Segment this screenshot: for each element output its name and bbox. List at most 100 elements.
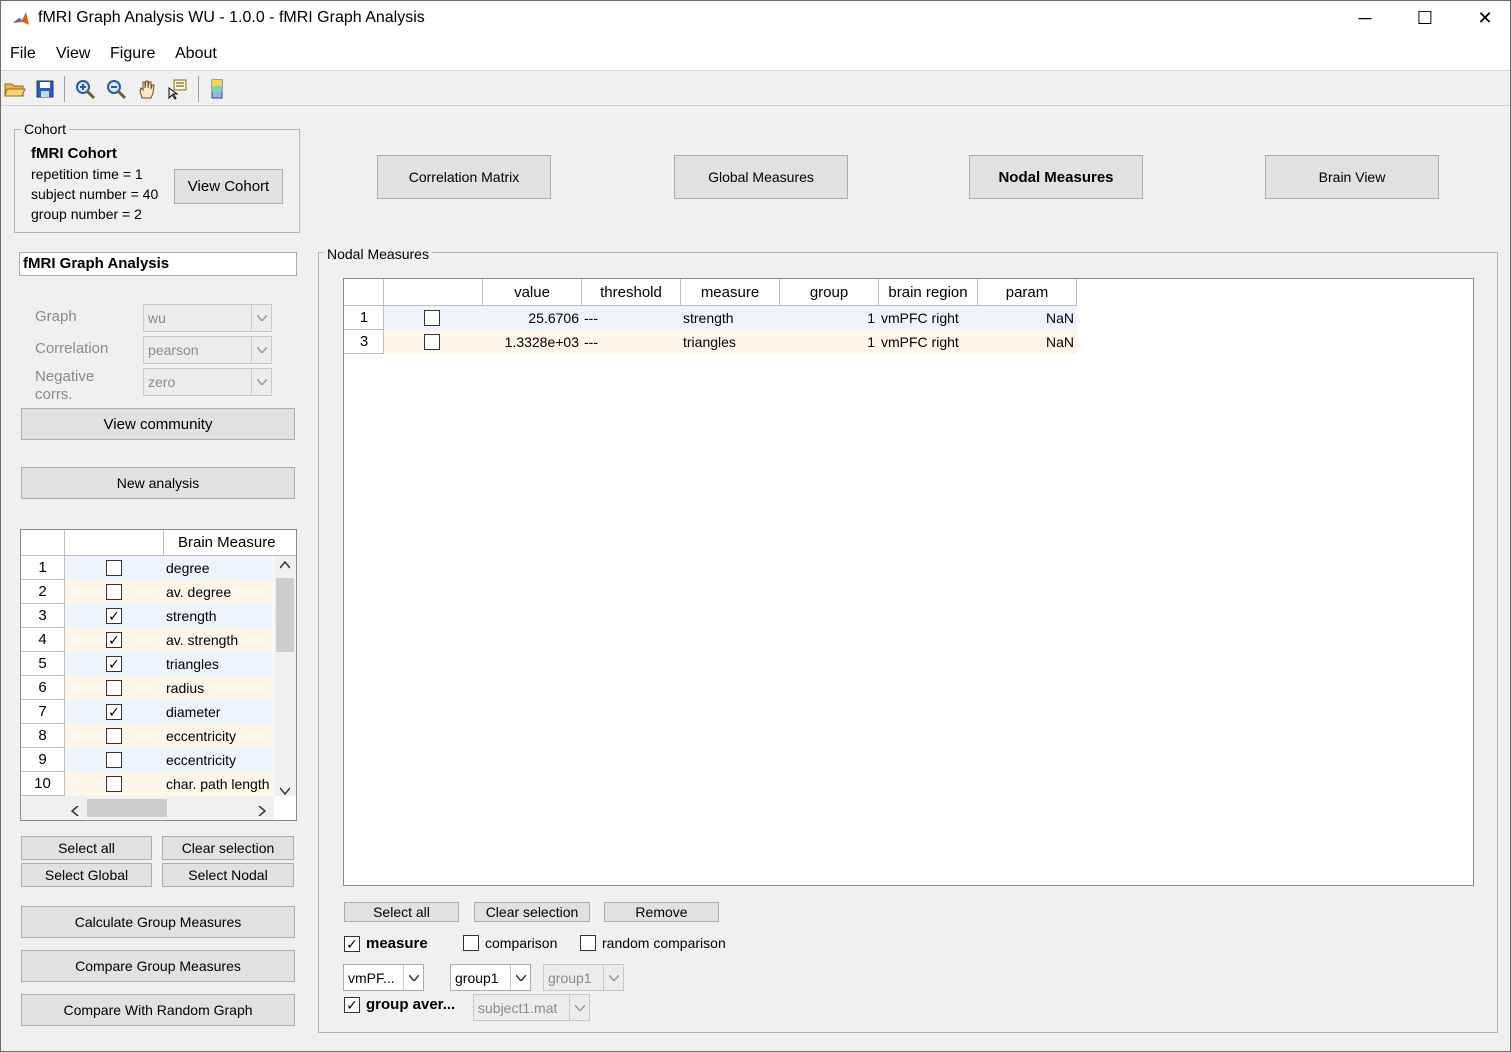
row-select[interactable] (65, 772, 163, 796)
select-all-button[interactable]: Select all (21, 836, 152, 860)
row-checkbox[interactable] (106, 728, 122, 744)
table-row[interactable]: 3 ✓ strength (21, 604, 273, 628)
horizontal-scroll-thumb[interactable] (87, 799, 167, 817)
table-row[interactable]: 4 ✓ av. strength (21, 628, 273, 652)
graph-dropdown[interactable]: wu (143, 304, 272, 332)
select-nodal-button[interactable]: Select Nodal (162, 863, 294, 887)
row-select[interactable] (65, 556, 163, 580)
table-row[interactable]: 5 ✓ triangles (21, 652, 273, 676)
column-header-param[interactable]: param (978, 279, 1077, 306)
column-header-group[interactable]: group (780, 279, 879, 306)
compare-group-measures-button[interactable]: Compare Group Measures (21, 950, 295, 982)
group-average-checkbox[interactable]: ✓ (344, 996, 360, 1013)
brain-measure-column-header[interactable]: Brain Measure (164, 530, 296, 556)
column-header-brain-region[interactable]: brain region (879, 279, 978, 306)
nodal-measures-table[interactable]: value threshold measure group brain regi… (343, 278, 1474, 886)
row-checkbox[interactable]: ✓ (106, 704, 122, 720)
group-dropdown[interactable]: group1 (450, 964, 531, 991)
table-row[interactable]: 8 eccentricity (21, 724, 273, 748)
open-folder-icon[interactable] (2, 76, 28, 102)
nodal-clear-selection-button[interactable]: Clear selection (474, 902, 590, 922)
brain-measures-table[interactable]: Brain Measure 1 degree 2 av. degree 3 ✓ streng… (20, 529, 297, 821)
menu-about[interactable]: About (175, 45, 217, 63)
correlation-matrix-button[interactable]: Correlation Matrix (377, 155, 551, 199)
view-community-button[interactable]: View community (21, 408, 295, 440)
comparison-option[interactable]: comparison (463, 935, 557, 951)
row-checkbox[interactable] (106, 776, 122, 792)
clear-selection-button[interactable]: Clear selection (162, 836, 294, 860)
colorbar-icon[interactable] (204, 76, 230, 102)
row-checkbox[interactable] (424, 334, 440, 350)
zoom-out-icon[interactable] (103, 76, 129, 102)
row-checkbox[interactable]: ✓ (106, 632, 122, 648)
row-select[interactable] (65, 724, 163, 748)
row-select[interactable] (65, 580, 163, 604)
group-average-option[interactable]: ✓ group aver... (344, 996, 455, 1013)
close-button[interactable]: ✕ (1462, 2, 1508, 34)
calculate-group-measures-button[interactable]: Calculate Group Measures (21, 906, 295, 938)
nodal-measures-button[interactable]: Nodal Measures (969, 155, 1143, 199)
row-checkbox[interactable]: ✓ (106, 608, 122, 624)
scroll-left-icon[interactable] (70, 803, 79, 819)
select-global-button[interactable]: Select Global (21, 863, 152, 887)
row-select[interactable] (65, 676, 163, 700)
row-select[interactable] (65, 748, 163, 772)
table-row[interactable]: 9 eccentricity (21, 748, 273, 772)
negative-corrs-dropdown-value: zero (148, 374, 176, 390)
menu-file[interactable]: File (10, 45, 36, 63)
new-analysis-button[interactable]: New analysis (21, 467, 295, 499)
vertical-scrollbar[interactable] (274, 556, 296, 796)
column-header-value[interactable]: value (483, 279, 582, 306)
global-measures-button[interactable]: Global Measures (674, 155, 848, 199)
graph-label: Graph (35, 308, 77, 325)
row-checkbox[interactable] (106, 560, 122, 576)
comparison-group-dropdown[interactable]: group1 (543, 964, 624, 991)
save-icon[interactable] (32, 76, 58, 102)
negative-corrs-dropdown[interactable]: zero (143, 368, 272, 396)
table-row[interactable]: 2 av. degree (21, 580, 273, 604)
scroll-up-icon[interactable] (279, 560, 291, 572)
compare-random-graph-button[interactable]: Compare With Random Graph (21, 994, 295, 1026)
zoom-in-icon[interactable] (72, 76, 98, 102)
row-checkbox[interactable] (106, 752, 122, 768)
row-checkbox[interactable] (106, 584, 122, 600)
row-select[interactable]: ✓ (65, 604, 163, 628)
scroll-down-icon[interactable] (279, 782, 291, 798)
subject-dropdown[interactable]: subject1.mat (473, 994, 590, 1021)
minimize-button[interactable]: ─ (1342, 2, 1388, 34)
nodal-select-all-button[interactable]: Select all (344, 902, 459, 922)
row-select[interactable] (424, 310, 440, 326)
maximize-button[interactable]: ☐ (1402, 2, 1448, 34)
random-comparison-option[interactable]: random comparison (580, 935, 726, 951)
table-row[interactable]: 6 radius (21, 676, 273, 700)
menu-figure[interactable]: Figure (110, 45, 155, 63)
nodal-remove-button[interactable]: Remove (604, 902, 719, 922)
scroll-right-icon[interactable] (258, 803, 267, 819)
brain-region-dropdown[interactable]: vmPF... (343, 964, 424, 991)
row-checkbox[interactable] (106, 680, 122, 696)
row-select[interactable]: ✓ (65, 628, 163, 652)
menu-view[interactable]: View (56, 45, 90, 63)
comparison-checkbox[interactable] (463, 935, 479, 951)
vertical-scroll-thumb[interactable] (276, 578, 294, 652)
measure-checkbox[interactable]: ✓ (344, 935, 360, 952)
column-header-measure[interactable]: measure (681, 279, 780, 306)
row-select[interactable]: ✓ (65, 652, 163, 676)
column-header-threshold[interactable]: threshold (582, 279, 681, 306)
random-comparison-checkbox[interactable] (580, 935, 596, 951)
row-checkbox[interactable] (424, 310, 440, 326)
table-row[interactable]: 1 degree (21, 556, 273, 580)
table-row[interactable]: 10 char. path length (21, 772, 273, 796)
table-row[interactable]: 7 ✓ diameter (21, 700, 273, 724)
measure-option[interactable]: ✓ measure (344, 935, 428, 952)
view-cohort-button[interactable]: View Cohort (174, 169, 283, 204)
correlation-dropdown[interactable]: pearson (143, 336, 272, 364)
horizontal-scrollbar[interactable] (21, 796, 274, 820)
row-checkbox[interactable]: ✓ (106, 656, 122, 672)
pan-hand-icon[interactable] (134, 76, 160, 102)
brain-view-button[interactable]: Brain View (1265, 155, 1439, 199)
analysis-name-field[interactable]: fMRI Graph Analysis (19, 252, 297, 276)
row-select[interactable] (424, 334, 440, 350)
data-cursor-icon[interactable] (164, 76, 190, 102)
row-select[interactable]: ✓ (65, 700, 163, 724)
